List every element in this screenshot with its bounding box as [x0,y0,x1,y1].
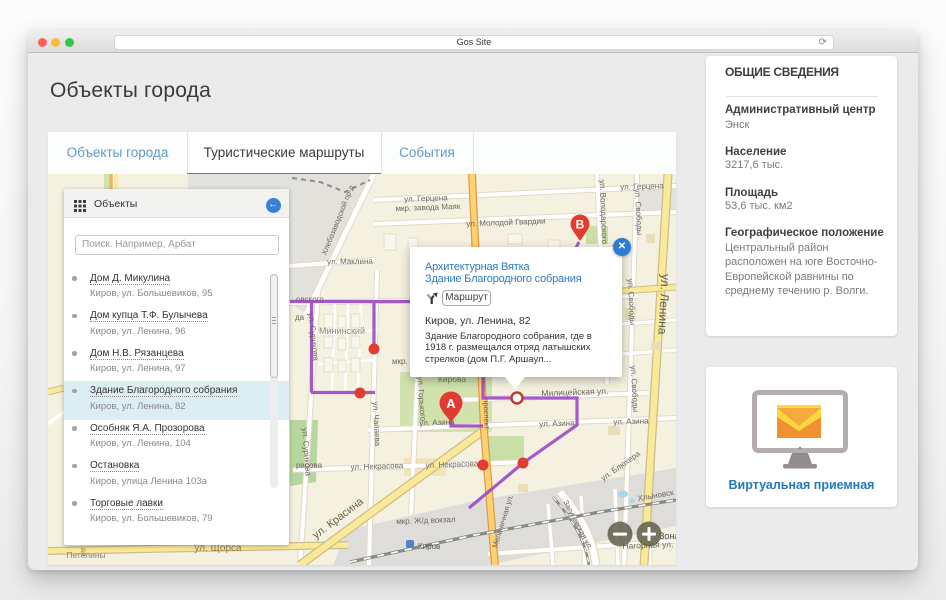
svg-text:да: да [295,313,305,322]
svg-text:ул. Некрасова: ул. Некрасова [425,459,479,470]
svg-text:Мининский: Мининский [319,326,365,336]
svg-text:Киров: Киров [418,542,440,551]
svg-text:ул. Азина: ул. Азина [613,416,649,426]
svg-text:A: A [446,396,456,411]
svg-text:расова: расова [296,461,323,470]
svg-text:проспект: проспект [481,398,491,430]
svg-text:овского: овского [296,295,324,304]
svg-text:ул. Маклина: ул. Маклина [327,257,373,267]
svg-text:Зона: Зона [659,531,676,541]
svg-text:ул. Азина: ул. Азина [539,418,575,428]
svg-text:ая: ая [79,548,88,557]
svg-text:B: B [576,218,585,232]
svg-text:мкр.: мкр. [392,357,408,366]
svg-text:ул. Некрасова: ул. Некрасова [350,461,404,472]
